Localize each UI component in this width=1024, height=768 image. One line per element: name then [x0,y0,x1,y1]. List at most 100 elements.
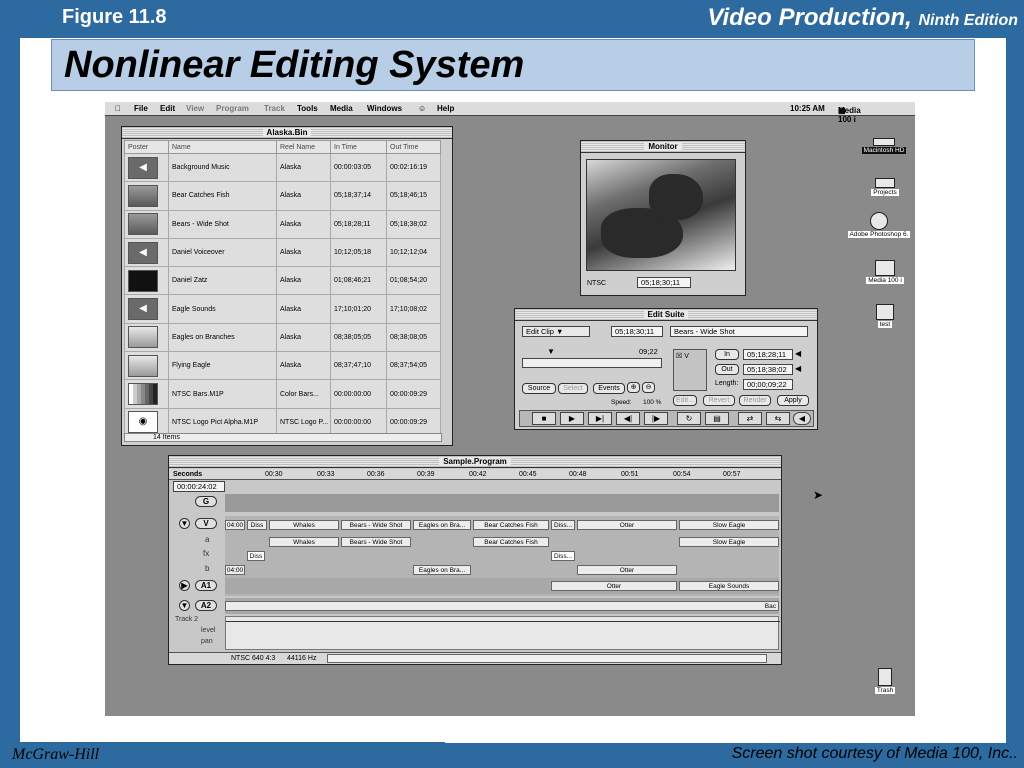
track-g-button[interactable]: G [195,496,217,507]
clip[interactable]: Bears - Wide Shot [341,537,411,547]
track-g-lane[interactable] [225,494,779,512]
bin-window[interactable]: Alaska.Bin Poster Name Reel Name In Time… [121,126,453,446]
program-window[interactable]: Sample.Program Seconds 00:30 00:33 00:36… [168,455,782,665]
edit-suite-window[interactable]: Edit Suite Edit Clip ▼ 05;18;30;11 Bears… [514,308,818,430]
clip[interactable]: Eagles on Bra... [413,520,471,530]
desktop-icon-media100[interactable]: Media 100 i [855,260,915,284]
track-target-box[interactable]: ☒ V [673,349,707,391]
events-button[interactable]: Events [593,383,625,394]
desktop-icon-test[interactable]: test [865,304,905,328]
bin-row[interactable]: ◀ Eagle Sounds Alaska 17;10;01;20 17;10;08;0… [124,294,441,324]
edit-timecode-field[interactable]: 05;18;30;11 [611,326,663,337]
zoom-out-icon[interactable]: ⊖ [642,382,655,393]
clip[interactable]: Whales [269,520,339,530]
render-button[interactable]: Render [739,395,771,406]
zoom-in-icon[interactable]: ⊕ [627,382,640,393]
clip[interactable]: Bear Catches Fish [473,537,549,547]
track-v-button[interactable]: V [195,518,217,529]
clip[interactable]: Bears - Wide Shot [341,520,411,530]
stop-icon[interactable]: ■ [532,412,556,425]
menu-windows[interactable]: Windows [367,104,402,113]
timeline-ruler[interactable]: Seconds 00:30 00:33 00:36 00:39 00:42 00… [169,469,781,480]
out-button[interactable]: Out [715,364,739,375]
clip[interactable]: Whales [269,537,339,547]
desktop-icon-trash[interactable]: Trash [865,668,905,694]
tape-icon[interactable]: ▤ [705,412,729,425]
menu-help[interactable]: Help [437,104,454,113]
track-a1-toggle-icon[interactable]: ▶ [179,580,190,591]
transition[interactable]: Diss [247,551,265,561]
horizontal-scrollbar[interactable] [327,654,767,663]
audio-level-lane[interactable] [225,616,780,650]
menu-edit[interactable]: Edit [160,104,175,113]
menu-track[interactable]: Track [264,104,285,113]
track-v-toggle-icon[interactable]: ▼ [179,518,190,529]
clip[interactable]: Bear Catches Fish [473,520,549,530]
clip[interactable]: 04:00 [225,565,245,575]
revert-button[interactable]: Revert [703,395,735,406]
in-arrow-icon[interactable]: ◀ [795,349,801,358]
desktop-icon-projects[interactable]: Projects [860,178,910,196]
menu-program[interactable]: Program [216,104,249,113]
apple-icon[interactable]:  [115,104,121,113]
bin-row[interactable]: Daniel Zatz Alaska 01;08;46;21 01;08;54;20 [124,266,441,296]
in-button[interactable]: In [715,349,739,360]
clip[interactable]: Bac [225,601,779,611]
bin-row[interactable]: ◀ Background Music Alaska 00:00:03:05 00:02:… [124,152,441,183]
transition[interactable]: Diss... [551,551,575,561]
shuttle-right-icon[interactable]: ⇆ [766,412,790,425]
current-time-field[interactable]: 00:00:24:02 [173,481,225,492]
clip[interactable]: Eagle Sounds [679,581,779,591]
edit-button[interactable]: Edit... [673,395,697,406]
shuttle-left-icon[interactable]: ⇄ [738,412,762,425]
bin-row[interactable]: ◀ Daniel Voiceover Alaska 10;12;05;18 10;12;… [124,237,441,268]
menu-view[interactable]: View [186,104,204,113]
bin-row[interactable]: Bear Catches Fish Alaska 05;18;37;14 05;18;… [124,181,441,211]
track-a2-button[interactable]: A2 [195,600,217,611]
in-time-field[interactable]: 05;18;28;11 [743,349,793,360]
program-title-bar[interactable]: Sample.Program [169,456,781,468]
bin-row[interactable]: Eagles on Branches Alaska 08;38;05;05 08;38… [124,322,441,353]
scrub-marker-icon[interactable]: ▼ [547,347,555,356]
monitor-title-bar[interactable]: Monitor [581,141,745,153]
clip[interactable]: Slow Eagle [679,520,779,530]
column-out-time[interactable]: Out Time [386,140,441,154]
clip[interactable]: 04:00 [225,520,245,530]
bin-row[interactable]: Flying Eagle Alaska 08;37;47;10 08;37;54;05 [124,351,441,381]
balloon-help-icon[interactable]: ☺ [418,104,426,113]
step-forward-icon[interactable]: ▶| [588,412,612,425]
column-reel[interactable]: Reel Name [276,140,331,154]
track-a1-button[interactable]: A1 [195,580,217,591]
column-poster[interactable]: Poster [124,140,169,154]
monitor-timecode[interactable]: 05;18;30;11 [637,277,691,288]
clip[interactable]: Diss... [551,520,575,530]
select-button[interactable]: Select [558,383,588,394]
clip[interactable]: Eagles on Bra... [413,565,471,575]
length-field[interactable]: 00;00;09;22 [743,379,793,390]
edit-suite-title-bar[interactable]: Edit Suite [515,309,817,321]
next-frame-icon[interactable]: |▶ [644,412,668,425]
clip[interactable]: Slow Eagle [679,537,779,547]
volume-icon[interactable]: ◀ [793,412,811,425]
apply-button[interactable]: Apply [777,395,809,406]
edit-clip-name-field[interactable]: Bears - Wide Shot [670,326,808,337]
track-checkbox-icon[interactable]: ☒ [676,353,682,360]
clip[interactable]: Otter [551,581,677,591]
loop-icon[interactable]: ↻ [677,412,701,425]
column-in-time[interactable]: In Time [330,140,387,154]
column-name[interactable]: Name [168,140,277,154]
bin-row[interactable]: Bears - Wide Shot Alaska 05;18;28;11 05;18;… [124,209,441,239]
clip[interactable]: Otter [577,520,677,530]
clip[interactable]: Diss [247,520,267,530]
clip[interactable]: Otter [577,565,677,575]
desktop-icon-photoshop[interactable]: Adobe Photoshop 6. [843,212,915,238]
desktop-icon-hd[interactable]: Macintosh HD [857,138,911,154]
track-a2-toggle-icon[interactable]: ▼ [179,600,190,611]
menu-tools[interactable]: Tools [297,104,318,113]
source-button[interactable]: Source [522,383,556,394]
edit-scrub-bar[interactable] [522,358,662,368]
monitor-window[interactable]: Monitor NTSC 05;18;30;11 [580,140,746,296]
bin-title-bar[interactable]: Alaska.Bin [122,127,452,139]
play-icon[interactable]: ▶ [560,412,584,425]
out-arrow-icon[interactable]: ◀ [795,364,801,373]
